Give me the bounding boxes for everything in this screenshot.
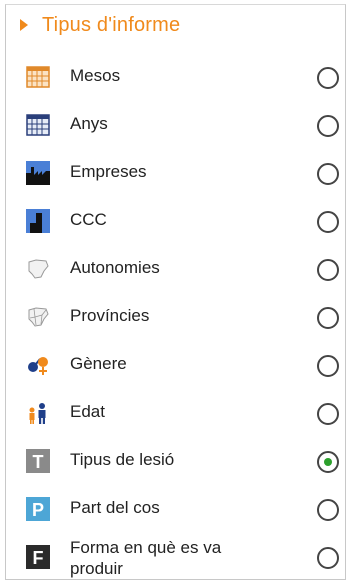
option-label: Gènere — [70, 354, 127, 373]
radio-ccc[interactable] — [317, 211, 339, 233]
option-edat[interactable]: Edat — [6, 389, 345, 437]
radio-autonomies[interactable] — [317, 259, 339, 281]
option-label: Anys — [70, 114, 108, 133]
radio-tipus-de-lesio[interactable] — [317, 451, 339, 473]
panel-header[interactable]: Tipus d'informe — [6, 5, 345, 45]
option-forma-en-que-es-va-produir[interactable]: F Forma en què es va produir — [6, 533, 345, 581]
option-label: Forma en què es va produir — [70, 538, 222, 578]
panel-title: Tipus d'informe — [42, 13, 181, 36]
radio-part-del-cos[interactable] — [317, 499, 339, 521]
option-label: Províncies — [70, 306, 150, 325]
option-label: CCC — [70, 210, 107, 229]
option-ccc[interactable]: CCC — [6, 197, 345, 245]
letter-p-icon: P — [26, 497, 50, 521]
expand-arrow-icon[interactable] — [20, 19, 28, 31]
letter-t-icon: T — [26, 449, 50, 473]
calendar-blue-icon — [26, 113, 50, 137]
svg-text:F: F — [33, 548, 44, 568]
provinces-map-icon — [26, 305, 50, 329]
radio-edat[interactable] — [317, 403, 339, 425]
option-provincies[interactable]: Províncies — [6, 293, 345, 341]
calendar-orange-icon — [26, 65, 50, 89]
radio-genere[interactable] — [317, 355, 339, 377]
radio-forma-en-que-es-va-produir[interactable] — [317, 547, 339, 569]
report-type-panel: Tipus d'informe Mesos Anys Empreses CCC … — [5, 4, 346, 580]
age-people-icon — [26, 401, 50, 425]
radio-anys[interactable] — [317, 115, 339, 137]
svg-text:T: T — [33, 452, 44, 472]
option-label: Empreses — [70, 162, 147, 181]
gender-icon — [26, 353, 50, 377]
option-anys[interactable]: Anys — [6, 101, 345, 149]
option-label: Edat — [70, 402, 105, 421]
radio-mesos[interactable] — [317, 67, 339, 89]
option-tipus-de-lesio[interactable]: T Tipus de lesió — [6, 437, 345, 485]
option-label: Tipus de lesió — [70, 450, 175, 469]
option-mesos[interactable]: Mesos — [6, 53, 345, 101]
radio-empreses[interactable] — [317, 163, 339, 185]
option-genere[interactable]: Gènere — [6, 341, 345, 389]
option-empreses[interactable]: Empreses — [6, 149, 345, 197]
spain-map-icon — [26, 257, 50, 281]
option-part-del-cos[interactable]: P Part del cos — [6, 485, 345, 533]
option-label: Mesos — [70, 66, 121, 85]
option-autonomies[interactable]: Autonomies — [6, 245, 345, 293]
report-type-options: Mesos Anys Empreses CCC Autonomies Proví… — [6, 53, 345, 581]
svg-text:P: P — [32, 500, 44, 520]
option-label: Autonomies — [70, 258, 160, 277]
letter-f-icon: F — [26, 545, 50, 569]
option-label: Part del cos — [70, 498, 160, 517]
radio-provincies[interactable] — [317, 307, 339, 329]
chimney-icon — [26, 209, 50, 233]
factory-icon — [26, 161, 50, 185]
